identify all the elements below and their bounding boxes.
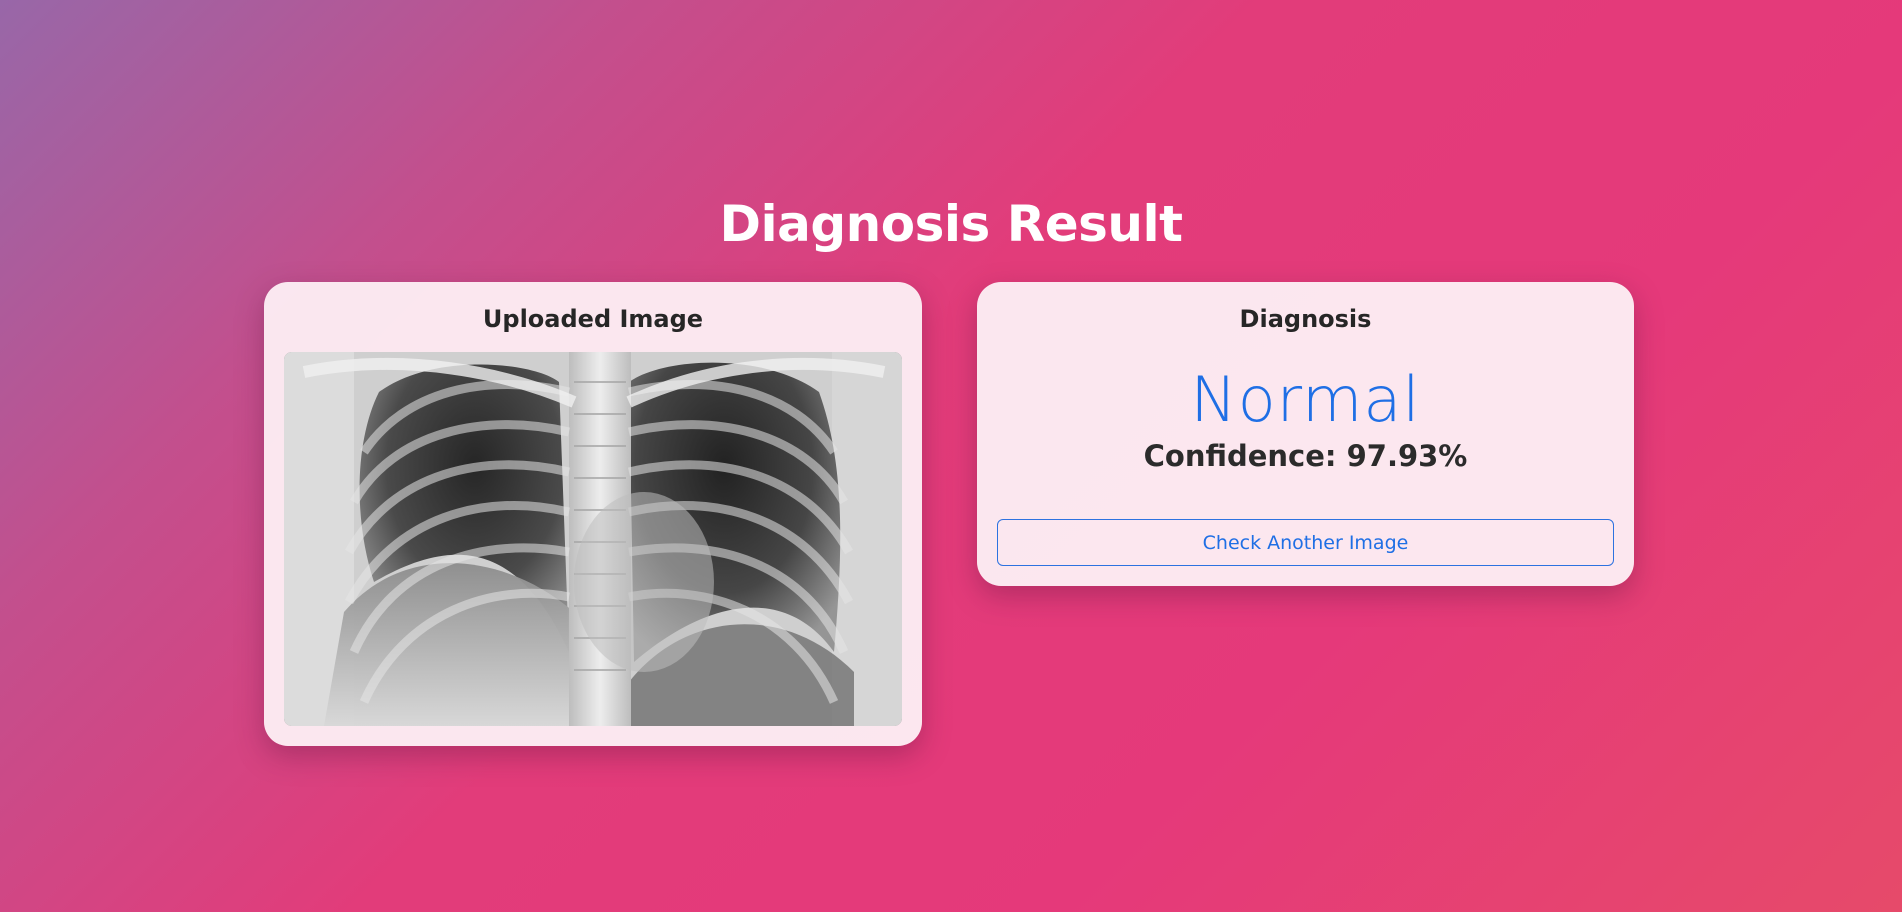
page-title: Diagnosis Result: [719, 195, 1184, 253]
uploaded-image-card: Uploaded Image: [264, 282, 922, 746]
check-another-image-button[interactable]: Check Another Image: [997, 519, 1614, 566]
uploaded-image-heading: Uploaded Image: [482, 305, 704, 333]
confidence-score: Confidence: 97.93%: [1143, 439, 1468, 473]
diagnosis-heading: Diagnosis: [1239, 305, 1372, 333]
chest-xray-image: [284, 352, 902, 726]
diagnosis-card: Diagnosis Normal Confidence: 97.93% Chec…: [977, 282, 1634, 586]
diagnosis-result: Normal: [1190, 363, 1421, 436]
